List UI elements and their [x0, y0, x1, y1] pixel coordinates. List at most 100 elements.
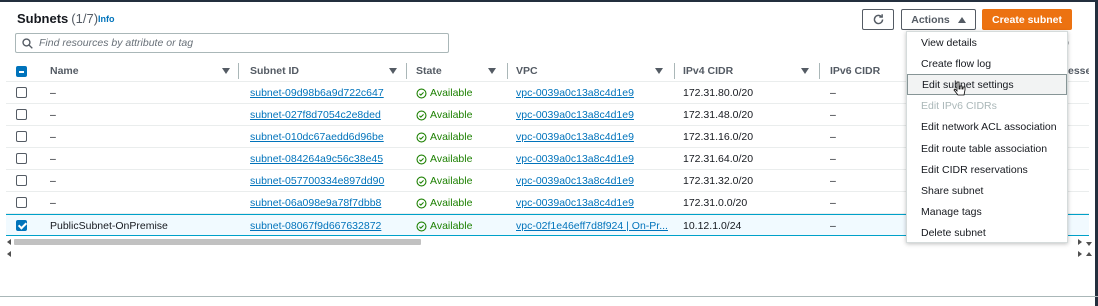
- check-circle-icon: [416, 109, 427, 121]
- column-label: VPC: [516, 65, 538, 77]
- cell-vpc-link[interactable]: vpc-0039a0c13a8c4d1e9: [516, 170, 634, 192]
- cell-subnet-id-link[interactable]: subnet-010dc67aedd6d96be: [250, 126, 384, 148]
- sort-down-icon: [222, 68, 230, 74]
- refresh-icon: [873, 14, 883, 25]
- cell-subnet-id-link[interactable]: subnet-084264a9c56c38e45: [250, 148, 383, 170]
- cell-name: –: [50, 153, 56, 165]
- column-header-subnet-id[interactable]: Subnet ID: [250, 60, 407, 82]
- cell-state: Available: [416, 126, 472, 148]
- cell-subnet-id-link[interactable]: subnet-06a098e9a78f7dbb8: [250, 192, 381, 214]
- menu-item-create-flow-log[interactable]: Create flow log: [907, 53, 1067, 74]
- selection-count: (1/7): [71, 11, 99, 26]
- cell-subnet-id-link[interactable]: subnet-027f8d7054c2e8ded: [250, 104, 381, 126]
- status-text: Available: [430, 87, 473, 99]
- status-text: Available: [430, 175, 473, 187]
- actions-button[interactable]: Actions: [901, 9, 976, 30]
- column-header-ipv4-cidr[interactable]: IPv4 CIDR: [683, 60, 821, 82]
- row-checkbox[interactable]: [16, 87, 27, 98]
- page-title: Subnets (1/7): [17, 11, 98, 26]
- menu-item-share-subnet[interactable]: Share subnet: [907, 180, 1067, 201]
- column-label: Name: [50, 65, 79, 77]
- row-checkbox[interactable]: [16, 175, 27, 186]
- cell-ipv4-cidr: 172.31.48.0/20: [683, 109, 754, 121]
- column-header-ipv6-cidr[interactable]: IPv6 CIDR: [830, 60, 900, 82]
- cell-state: Available: [416, 148, 472, 170]
- column-label: IPv4 CIDR: [683, 65, 734, 77]
- info-link[interactable]: Info: [98, 14, 115, 24]
- menu-item-edit-ipv6-cidrs: Edit IPv6 CIDRs: [921, 100, 997, 113]
- column-divider: [406, 63, 407, 79]
- cell-vpc-link[interactable]: vpc-0039a0c13a8c4d1e9: [516, 104, 634, 126]
- cell-state: Available: [416, 82, 472, 104]
- scroll-right-icon[interactable]: [1078, 251, 1082, 257]
- row-checkbox[interactable]: [16, 109, 27, 120]
- column-label: State: [416, 65, 442, 77]
- cell-state: Available: [416, 215, 472, 237]
- cell-name: –: [50, 175, 56, 187]
- search-input[interactable]: [39, 37, 419, 49]
- caret-up-icon: [957, 16, 966, 23]
- cell-vpc-link[interactable]: vpc-0039a0c13a8c4d1e9: [516, 82, 634, 104]
- refresh-button[interactable]: [862, 9, 894, 30]
- status-text: Available: [430, 220, 473, 232]
- cell-ipv6-cidr: –: [830, 131, 836, 143]
- search-icon: [22, 37, 33, 49]
- column-header-name[interactable]: Name: [50, 60, 240, 82]
- menu-item-view-details[interactable]: View details: [907, 32, 1067, 53]
- scroll-left-icon[interactable]: [7, 239, 11, 245]
- sort-down-icon: [389, 68, 397, 74]
- column-header-vpc[interactable]: VPC: [516, 60, 676, 82]
- cell-name: PublicSubnet-OnPremise: [50, 220, 168, 232]
- column-divider: [674, 63, 675, 79]
- cell-ipv4-cidr: 172.31.0.0/20: [683, 197, 748, 209]
- cell-name: –: [50, 131, 56, 143]
- cell-ipv4-cidr: 172.31.80.0/20: [683, 87, 754, 99]
- cell-ipv6-cidr: –: [830, 109, 836, 121]
- check-circle-icon: [416, 197, 427, 209]
- check-circle-icon: [416, 220, 427, 232]
- cell-vpc-link[interactable]: vpc-02f1e46eff7d8f924 | On-Pr...: [516, 215, 668, 237]
- column-header-partial: esses: [1068, 65, 1089, 77]
- column-divider: [238, 63, 239, 79]
- cell-ipv4-cidr: 172.31.64.0/20: [683, 153, 754, 165]
- scroll-right-icon[interactable]: [1078, 239, 1082, 245]
- scroll-left-icon[interactable]: [7, 251, 11, 257]
- cell-state: Available: [416, 104, 472, 126]
- cell-ipv6-cidr: –: [830, 220, 836, 232]
- sort-down-icon: [488, 68, 496, 74]
- title-text: Subnets: [17, 11, 69, 26]
- menu-item-delete-subnet[interactable]: Delete subnet: [907, 223, 1067, 244]
- cell-ipv6-cidr: –: [830, 175, 836, 187]
- cell-name: –: [50, 109, 56, 121]
- cell-vpc-link[interactable]: vpc-0039a0c13a8c4d1e9: [516, 192, 634, 214]
- menu-item-manage-tags[interactable]: Manage tags: [907, 202, 1067, 223]
- status-text: Available: [430, 109, 473, 121]
- status-text: Available: [430, 153, 473, 165]
- cell-subnet-id-link[interactable]: subnet-057700334e897dd90: [250, 170, 384, 192]
- menu-item-edit-route-table-association[interactable]: Edit route table association: [907, 138, 1067, 159]
- search-box[interactable]: [15, 33, 449, 53]
- cell-name: –: [50, 197, 56, 209]
- select-all-checkbox[interactable]: [16, 66, 27, 77]
- row-checkbox[interactable]: [16, 131, 27, 142]
- scroll-down-icon[interactable]: [1086, 242, 1092, 246]
- scroll-up-icon[interactable]: [1086, 252, 1092, 256]
- menu-item-edit-network-acl-association[interactable]: Edit network ACL association: [907, 117, 1067, 138]
- check-circle-icon: [416, 175, 427, 187]
- row-checkbox[interactable]: [16, 220, 27, 231]
- sort-down-icon: [801, 68, 809, 74]
- menu-item-edit-cidr-reservations[interactable]: Edit CIDR reservations: [907, 159, 1067, 180]
- cell-ipv6-cidr: –: [830, 153, 836, 165]
- cell-vpc-link[interactable]: vpc-0039a0c13a8c4d1e9: [516, 126, 634, 148]
- menu-item-edit-subnet-settings[interactable]: Edit subnet settings: [907, 74, 1067, 96]
- row-checkbox[interactable]: [16, 197, 27, 208]
- status-text: Available: [430, 197, 473, 209]
- cell-subnet-id-link[interactable]: subnet-09d98b6a9d722c647: [250, 82, 384, 104]
- pointer-cursor-icon: [953, 81, 966, 96]
- scroll-thumb[interactable]: [14, 239, 421, 245]
- cell-subnet-id-link[interactable]: subnet-08067f9d667632872: [250, 215, 381, 237]
- create-subnet-button[interactable]: Create subnet: [982, 9, 1072, 30]
- cell-vpc-link[interactable]: vpc-0039a0c13a8c4d1e9: [516, 148, 634, 170]
- column-header-state[interactable]: State: [416, 60, 508, 82]
- row-checkbox[interactable]: [16, 153, 27, 164]
